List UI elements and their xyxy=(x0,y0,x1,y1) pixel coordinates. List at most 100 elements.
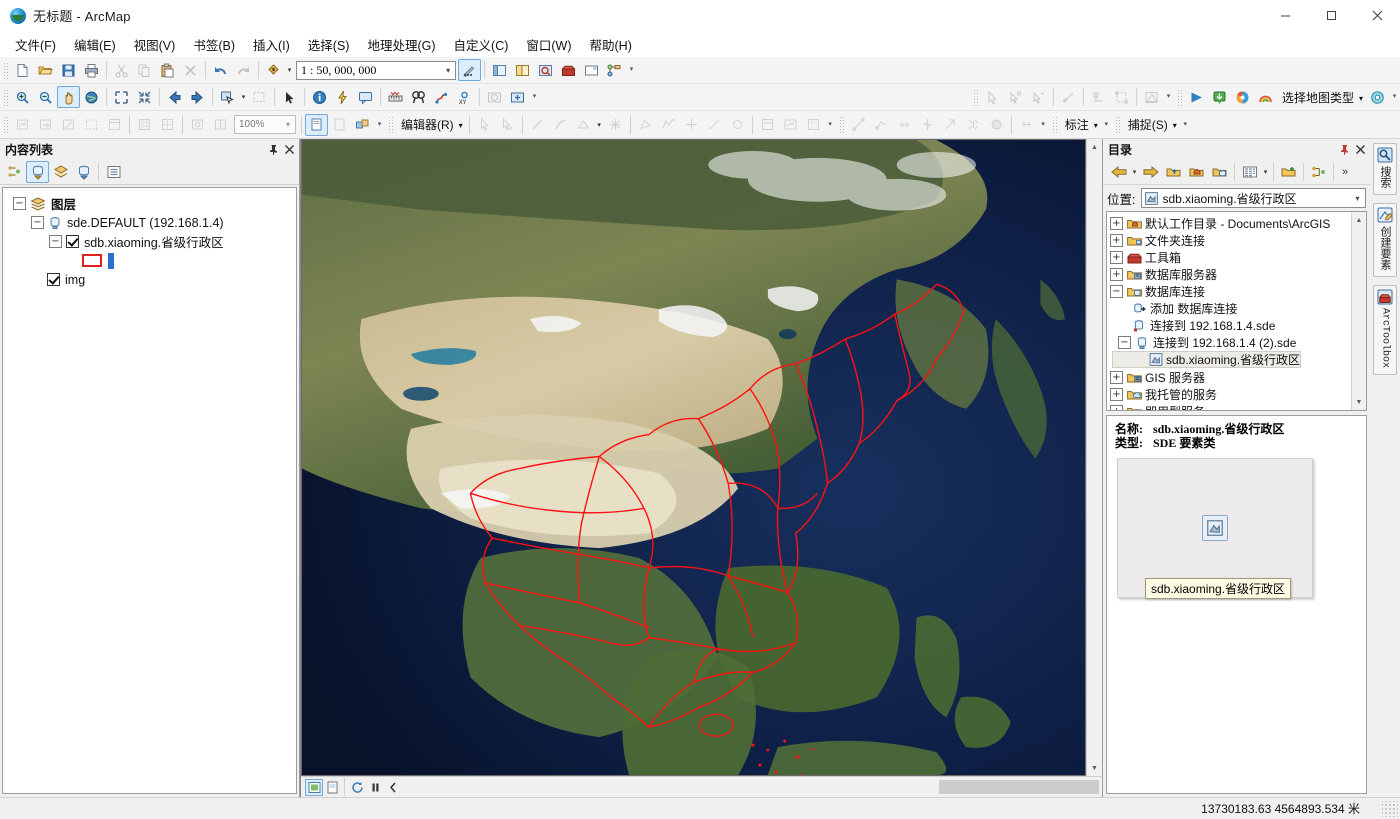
menu-edit[interactable]: 编辑(E) xyxy=(65,32,125,57)
edit-vertices-overflow[interactable]: ▾ xyxy=(1163,86,1174,108)
scale-dropdown-icon[interactable]: ▾ xyxy=(441,62,455,79)
toolbox-connection-icon[interactable] xyxy=(1307,161,1330,183)
edit-scale-icon[interactable] xyxy=(458,59,481,81)
location-dropdown-icon[interactable]: ▾ xyxy=(1350,194,1365,203)
edit-annotation-icon[interactable]: A xyxy=(496,114,519,136)
cut-polygons-icon[interactable] xyxy=(1027,86,1050,108)
menu-geoprocessing[interactable]: 地理处理(G) xyxy=(358,32,444,57)
create-viewer-icon[interactable] xyxy=(506,86,529,108)
globe-settings-icon[interactable] xyxy=(1366,86,1389,108)
default-geodatabase-icon[interactable] xyxy=(1208,161,1231,183)
print-icon[interactable] xyxy=(80,59,103,81)
catalog-item-toolboxes[interactable]: + 工具箱 xyxy=(1110,249,1351,266)
scroll-down-arrow[interactable]: ▼ xyxy=(1352,394,1366,410)
expander-icon[interactable]: + xyxy=(1110,234,1123,247)
map-vertical-scrollbar[interactable]: ▲ ▼ xyxy=(1086,139,1102,776)
maximize-button[interactable] xyxy=(1308,0,1354,32)
toc-database-node[interactable]: − sde.DEFAULT (192.168.1.4) xyxy=(3,213,296,232)
catalog-vertical-scrollbar[interactable]: ▲ ▼ xyxy=(1351,212,1366,410)
expander-icon[interactable]: + xyxy=(1110,251,1123,264)
catalog-item-feature-class[interactable]: sdb.xiaoming.省级行政区 xyxy=(1112,351,1302,368)
resize-grip-icon[interactable] xyxy=(1382,800,1398,817)
attribute-table-icon[interactable] xyxy=(802,114,825,136)
expander-icon[interactable]: + xyxy=(1110,268,1123,281)
contents-view-icon[interactable] xyxy=(1238,161,1261,183)
home-icon[interactable] xyxy=(1185,161,1208,183)
endpoint-arc-icon[interactable] xyxy=(549,114,572,136)
page-layout-icon[interactable] xyxy=(305,113,328,136)
menu-help[interactable]: 帮助(H) xyxy=(581,32,641,57)
fixed-zoom-out-icon[interactable] xyxy=(133,86,156,108)
go-to-xy-icon[interactable]: XY xyxy=(453,86,476,108)
menu-file[interactable]: 文件(F) xyxy=(6,32,65,57)
straight-segment-icon[interactable] xyxy=(526,114,549,136)
expander-icon[interactable]: + xyxy=(1110,217,1123,230)
view-dropdown-icon[interactable]: ▾ xyxy=(1261,162,1270,182)
catalog-close-button[interactable] xyxy=(1352,141,1368,157)
georef-scale-icon[interactable] xyxy=(57,114,80,136)
georef-rotate-icon[interactable] xyxy=(11,114,34,136)
location-combo[interactable]: sdb.xiaoming.省级行政区 ▾ xyxy=(1141,188,1366,208)
redo-icon[interactable] xyxy=(232,59,255,81)
construct-features-icon[interactable] xyxy=(916,114,939,136)
undo-icon[interactable] xyxy=(209,59,232,81)
toolbar-grip[interactable] xyxy=(2,60,9,80)
edit-annotation-tool-icon[interactable] xyxy=(1140,86,1163,108)
close-button[interactable] xyxy=(1354,0,1400,32)
topology-edit-icon[interactable] xyxy=(847,114,870,136)
menu-insert[interactable]: 插入(I) xyxy=(244,32,299,57)
vtab-create-features[interactable]: 创建要素 xyxy=(1373,203,1397,277)
expander-icon[interactable]: + xyxy=(1110,388,1123,401)
trace-dropdown-icon[interactable]: ▾ xyxy=(595,115,604,135)
hscroll-thumb[interactable] xyxy=(939,780,1099,794)
planarize-icon[interactable] xyxy=(939,114,962,136)
georef-table-icon[interactable] xyxy=(103,114,126,136)
compare-layers-icon[interactable] xyxy=(351,114,374,136)
scroll-down-arrow[interactable]: ▼ xyxy=(1087,760,1102,776)
refresh-icon[interactable] xyxy=(348,779,366,796)
topology-merge-icon[interactable] xyxy=(1015,114,1038,136)
catalog-window-icon[interactable] xyxy=(511,59,534,81)
download-icon[interactable] xyxy=(1208,86,1231,108)
catalog-item-gis-servers[interactable]: + GIS 服务器 xyxy=(1110,369,1351,386)
zoom-percent-dropdown-icon[interactable]: ▾ xyxy=(281,120,295,129)
scroll-up-arrow[interactable]: ▲ xyxy=(1352,212,1366,228)
edit-tool-icon[interactable] xyxy=(473,114,496,136)
copy-icon[interactable] xyxy=(133,59,156,81)
color-wheel-icon[interactable] xyxy=(1231,86,1254,108)
expander-icon[interactable]: − xyxy=(1110,285,1123,298)
point-icon[interactable] xyxy=(604,114,627,136)
full-extent-icon[interactable] xyxy=(80,86,103,108)
new-folder-connection-icon[interactable] xyxy=(1277,161,1300,183)
vscroll-track[interactable] xyxy=(1087,155,1102,760)
rainbow-icon[interactable] xyxy=(1254,86,1277,108)
catalog-item-ready-to-use-services[interactable]: + 即用型服务 xyxy=(1110,403,1351,410)
expander-icon[interactable]: − xyxy=(13,197,26,210)
construct-points-icon[interactable] xyxy=(657,114,680,136)
expander-icon[interactable]: − xyxy=(1118,336,1131,349)
toc-pin-button[interactable] xyxy=(265,141,281,157)
menu-selection[interactable]: 选择(S) xyxy=(299,32,359,57)
expander-icon[interactable]: + xyxy=(1110,405,1123,410)
georef-shift-icon[interactable] xyxy=(34,114,57,136)
toolbar-grip[interactable] xyxy=(971,87,979,107)
catalog-item-sde-connection-2[interactable]: − 连接到 192.168.1.4 (2).sde xyxy=(1110,334,1351,351)
construction-tools-icon[interactable] xyxy=(779,114,802,136)
list-by-drawing-order-icon[interactable] xyxy=(3,161,26,183)
select-elements-icon[interactable] xyxy=(278,86,301,108)
arctoolbox-icon[interactable] xyxy=(557,59,580,81)
find-route-icon[interactable] xyxy=(430,86,453,108)
modelbuilder-icon[interactable] xyxy=(603,59,626,81)
toolbar-grip[interactable] xyxy=(1050,115,1058,134)
catalog-item-home-folder[interactable]: + 默认工作目录 - Documents\ArcGIS xyxy=(1110,215,1351,232)
topology-toolbar-overflow[interactable]: ▾ xyxy=(1038,114,1049,136)
midpoint-icon[interactable] xyxy=(680,114,703,136)
data-view-icon[interactable] xyxy=(305,778,323,796)
menu-bookmarks[interactable]: 书签(B) xyxy=(184,32,244,57)
scroll-up-arrow[interactable]: ▲ xyxy=(1087,139,1102,155)
rectangle-icon[interactable] xyxy=(634,114,657,136)
identify-icon[interactable] xyxy=(308,86,331,108)
page-zoom-icon[interactable] xyxy=(328,114,351,136)
toc-options-icon[interactable] xyxy=(102,161,125,183)
menu-view[interactable]: 视图(V) xyxy=(125,32,185,57)
